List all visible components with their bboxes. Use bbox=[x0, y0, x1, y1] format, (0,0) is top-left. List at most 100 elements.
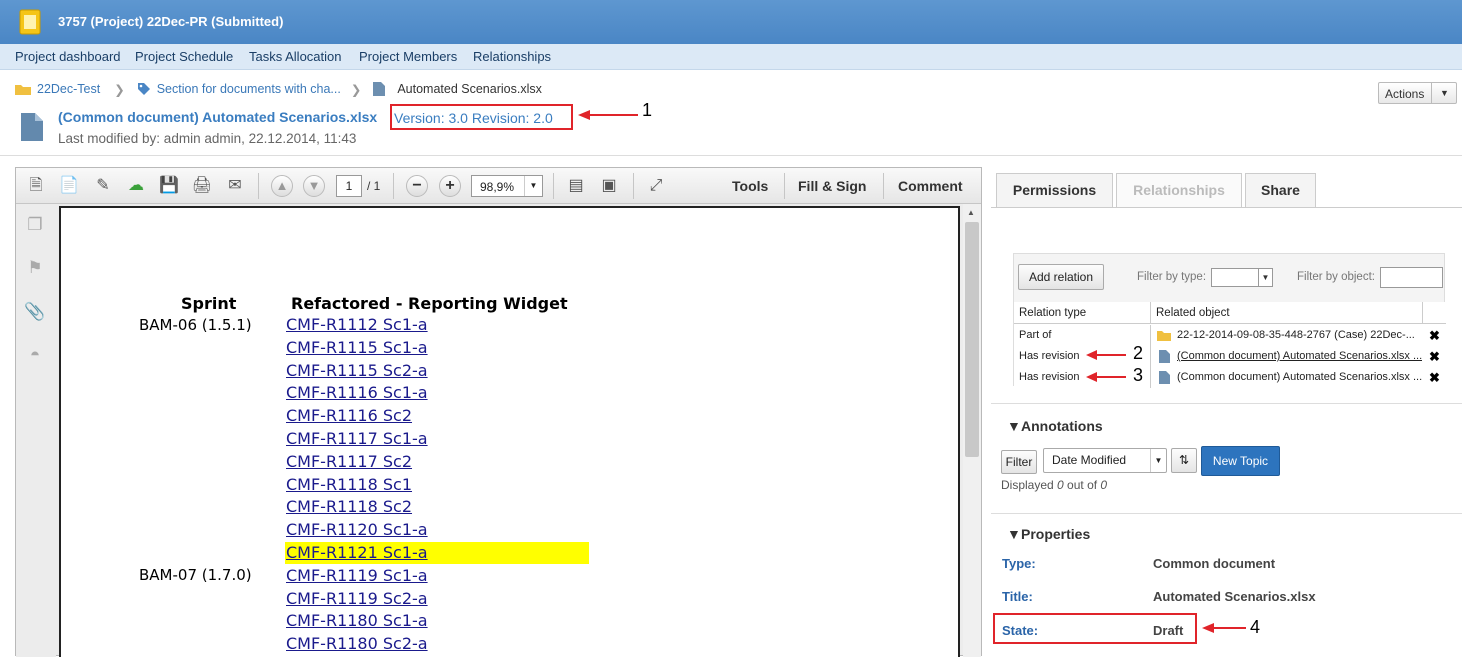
breadcrumb: 22Dec-Test ❯ Section for documents with … bbox=[15, 80, 542, 98]
filter-button[interactable]: Filter bbox=[1001, 450, 1037, 474]
column-actions bbox=[1423, 302, 1446, 324]
related-object-cell[interactable]: (Common document) Automated Scenarios.xl… bbox=[1172, 346, 1422, 367]
breadcrumb-item-project[interactable]: 22Dec-Test bbox=[37, 82, 100, 96]
zoom-in-icon[interactable]: + bbox=[439, 175, 461, 197]
document-icon bbox=[1159, 350, 1170, 363]
scrollbar-thumb[interactable] bbox=[965, 222, 979, 457]
previous-page-icon[interactable]: ▲ bbox=[271, 175, 293, 197]
sort-order-icon[interactable]: ⇅ bbox=[1171, 448, 1197, 473]
document-icon bbox=[1159, 371, 1170, 384]
scroll-up-icon[interactable]: ▲ bbox=[967, 208, 975, 217]
property-value-type: Common document bbox=[1153, 556, 1276, 571]
zoom-select[interactable]: 98,9% ▼ bbox=[471, 175, 543, 197]
tools-button[interactable]: Tools bbox=[732, 178, 768, 194]
nav-project-schedule[interactable]: Project Schedule bbox=[135, 49, 233, 64]
displayed-prefix: Displayed bbox=[1001, 478, 1058, 492]
tag-icon bbox=[137, 83, 150, 95]
fullscreen-icon[interactable]: ⤢ bbox=[645, 175, 667, 197]
email-icon[interactable]: ✉ bbox=[224, 175, 246, 197]
fit-width-icon[interactable]: ▣ bbox=[598, 175, 620, 197]
sprint-label: BAM-06 (1.5.1) bbox=[139, 316, 252, 334]
tab-share[interactable]: Share bbox=[1245, 173, 1316, 207]
comment-button[interactable]: Comment bbox=[898, 178, 963, 194]
divider bbox=[991, 513, 1462, 514]
filter-object-input[interactable] bbox=[1380, 267, 1443, 288]
delete-relation-icon[interactable]: ✖ bbox=[1429, 370, 1440, 386]
callout-box-version bbox=[390, 104, 573, 130]
column-relation-type: Relation type bbox=[1014, 302, 1151, 324]
doc-link[interactable]: CMF-R1119 Sc2-a bbox=[286, 588, 428, 611]
doc-link[interactable]: CMF-R1180 Sc1-a bbox=[286, 610, 428, 633]
divider bbox=[991, 403, 1462, 404]
pdf-viewer: 🗎 📄 ✎ ☁ 💾 🖨 ✉ ▲ ▼ 1 / 1 − + 98,9% ▼ ▤ ▣ … bbox=[15, 167, 982, 657]
nav-project-dashboard[interactable]: Project dashboard bbox=[15, 49, 121, 64]
zoom-out-icon[interactable]: − bbox=[406, 175, 428, 197]
folder-icon bbox=[1157, 331, 1171, 341]
pages-icon[interactable]: ❐ bbox=[24, 214, 46, 236]
attachment-icon[interactable]: 📎 bbox=[24, 301, 46, 323]
doc-link[interactable]: CMF-R1115 Sc2-a bbox=[286, 360, 428, 383]
chevron-down-icon: ▼ bbox=[524, 176, 542, 196]
save-icon[interactable]: 💾 bbox=[158, 175, 180, 197]
doc-link[interactable]: CMF-R1119 Sc1-a bbox=[286, 565, 428, 588]
annotations-header[interactable]: Annotations bbox=[1021, 418, 1103, 434]
tab-relationships[interactable]: Relationships bbox=[1116, 173, 1242, 207]
chevron-right-icon: ❯ bbox=[350, 82, 362, 97]
actions-label: Actions bbox=[1385, 87, 1425, 101]
collapse-triangle-icon[interactable]: ▼ bbox=[1007, 418, 1021, 434]
upload-icon[interactable]: ☁ bbox=[125, 175, 147, 197]
edit-icon[interactable]: ✎ bbox=[92, 175, 114, 197]
document-title[interactable]: (Common document) Automated Scenarios.xl… bbox=[58, 109, 377, 125]
doc-link[interactable]: CMF-R1120 Sc1-a bbox=[286, 519, 428, 542]
displayed-count-value: 0 bbox=[1057, 478, 1064, 492]
zoom-value: 98,9% bbox=[480, 180, 515, 194]
doc-link[interactable]: CMF-R1180 Sc2-a bbox=[286, 633, 428, 656]
viewer-scrollbar[interactable]: ▲ bbox=[963, 204, 981, 657]
add-relation-button[interactable]: Add relation bbox=[1018, 264, 1104, 290]
nav-tasks-allocation[interactable]: Tasks Allocation bbox=[249, 49, 342, 64]
related-object-cell[interactable]: (Common document) Automated Scenarios.xl… bbox=[1172, 367, 1422, 388]
filter-type-select[interactable]: ▼ bbox=[1211, 268, 1273, 287]
doc-link[interactable]: CMF-R1117 Sc1-a bbox=[286, 428, 428, 451]
callout-arrow bbox=[1086, 350, 1126, 360]
related-object-cell[interactable]: 22-12-2014-09-08-35-448-2767 (Case) 22De… bbox=[1172, 325, 1422, 346]
doc-link[interactable]: CMF-R1115 Sc1-a bbox=[286, 337, 428, 360]
property-label-title: Title: bbox=[1002, 589, 1033, 604]
page-count: / 1 bbox=[367, 179, 381, 193]
sort-select[interactable]: Date Modified ▼ bbox=[1043, 448, 1167, 473]
fill-sign-button[interactable]: Fill & Sign bbox=[798, 178, 866, 194]
nav-relationships[interactable]: Relationships bbox=[473, 49, 551, 64]
page-number-input[interactable]: 1 bbox=[336, 175, 362, 197]
bookmark-icon[interactable]: ⚑ bbox=[24, 257, 46, 279]
export-pdf-icon[interactable]: 📄 bbox=[58, 175, 80, 197]
create-pdf-icon[interactable]: 🗎 bbox=[25, 175, 47, 197]
new-topic-button[interactable]: New Topic bbox=[1201, 446, 1280, 476]
document-page: Sprint Refactored - Reporting Widget BAM… bbox=[59, 206, 960, 657]
sort-value: Date Modified bbox=[1052, 453, 1127, 467]
nav-project-members[interactable]: Project Members bbox=[359, 49, 457, 64]
doc-link[interactable]: CMF-R1118 Sc2 bbox=[286, 496, 412, 519]
properties-header[interactable]: Properties bbox=[1021, 526, 1090, 542]
toolbar-separator bbox=[883, 173, 884, 199]
actions-dropdown[interactable]: Actions ▼ bbox=[1378, 82, 1457, 104]
doc-link[interactable]: CMF-R1116 Sc1-a bbox=[286, 382, 428, 405]
doc-link[interactable]: CMF-R1112 Sc1-a bbox=[286, 314, 428, 337]
relations-table: Relation type Related object Part of 22-… bbox=[1014, 302, 1446, 388]
doc-link[interactable]: CMF-R1116 Sc2 bbox=[286, 405, 412, 428]
doc-link-highlighted[interactable]: CMF-R1121 Sc1-a bbox=[286, 542, 428, 565]
delete-relation-icon[interactable]: ✖ bbox=[1429, 328, 1440, 344]
chevron-down-icon: ▼ bbox=[1150, 449, 1166, 472]
toolbar-separator bbox=[258, 173, 259, 199]
search-binoculars-icon[interactable]: ◓ bbox=[24, 344, 46, 366]
fit-page-icon[interactable]: ▤ bbox=[565, 175, 587, 197]
doc-link[interactable]: CMF-R1117 Sc2 bbox=[286, 451, 412, 474]
breadcrumb-item-section[interactable]: Section for documents with cha... bbox=[157, 82, 341, 96]
divider bbox=[0, 155, 1462, 156]
collapse-triangle-icon[interactable]: ▼ bbox=[1007, 526, 1021, 542]
print-icon[interactable]: 🖨 bbox=[191, 175, 213, 197]
next-page-icon[interactable]: ▼ bbox=[303, 175, 325, 197]
doc-link[interactable]: CMF-R1118 Sc1 bbox=[286, 474, 412, 497]
tab-permissions[interactable]: Permissions bbox=[996, 173, 1113, 207]
delete-relation-icon[interactable]: ✖ bbox=[1429, 349, 1440, 365]
column-related-object: Related object bbox=[1151, 302, 1423, 324]
